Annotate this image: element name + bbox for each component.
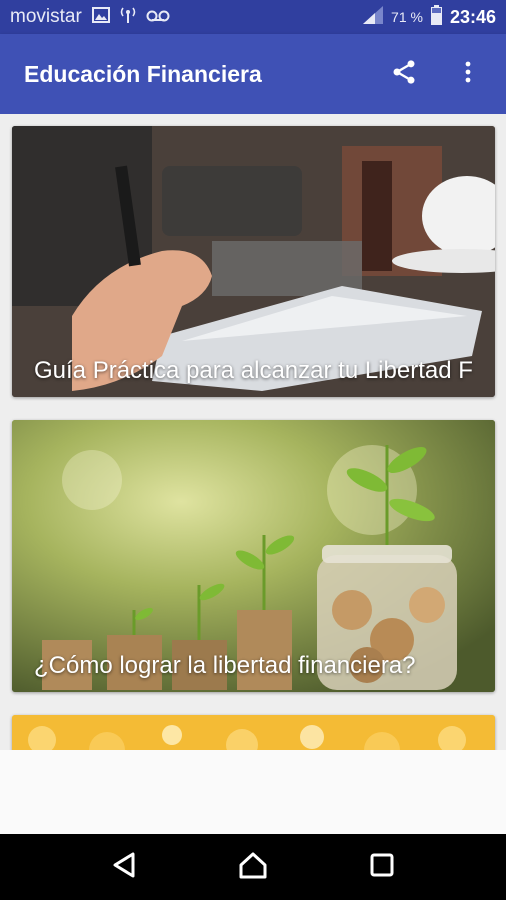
card-title: Guía Práctica para alcanzar tu Libertad …	[34, 357, 473, 384]
recents-button[interactable]	[357, 842, 407, 892]
carrier-name: movistar	[10, 6, 82, 27]
image-icon	[91, 6, 110, 28]
navigation-bar	[0, 834, 506, 900]
app-actions	[386, 56, 486, 92]
app-title: Educación Financiera	[24, 60, 262, 87]
back-icon	[111, 851, 137, 884]
voicemail-icon	[146, 7, 170, 28]
home-button[interactable]	[228, 842, 278, 892]
status-right: 71 % 23:46	[363, 4, 496, 30]
home-icon	[238, 851, 268, 884]
recents-icon	[370, 853, 394, 882]
card-title: ¿Cómo lograr la libertad financiera?	[34, 652, 416, 679]
status-bar: movistar 71 % 23:46	[0, 0, 506, 34]
status-left: movistar	[10, 6, 170, 29]
bottom-spacer	[0, 750, 506, 834]
clock: 23:46	[449, 6, 496, 27]
content-list[interactable]: Guía Práctica para alcanzar tu Libertad …	[0, 114, 506, 834]
share-button[interactable]	[386, 56, 422, 92]
article-card[interactable]: ¿Cómo lograr la libertad financiera?	[12, 420, 495, 692]
app-bar: Educación Financiera	[0, 34, 506, 114]
overflow-menu-button[interactable]	[450, 56, 486, 92]
back-button[interactable]	[99, 842, 149, 892]
more-vert-icon	[464, 60, 472, 89]
battery-percent: 71 %	[391, 9, 423, 25]
article-card[interactable]: Guía Práctica para alcanzar tu Libertad …	[12, 126, 495, 397]
antenna-icon	[120, 6, 136, 29]
signal-icon	[363, 5, 384, 29]
battery-icon	[430, 4, 442, 30]
share-icon	[390, 58, 418, 91]
